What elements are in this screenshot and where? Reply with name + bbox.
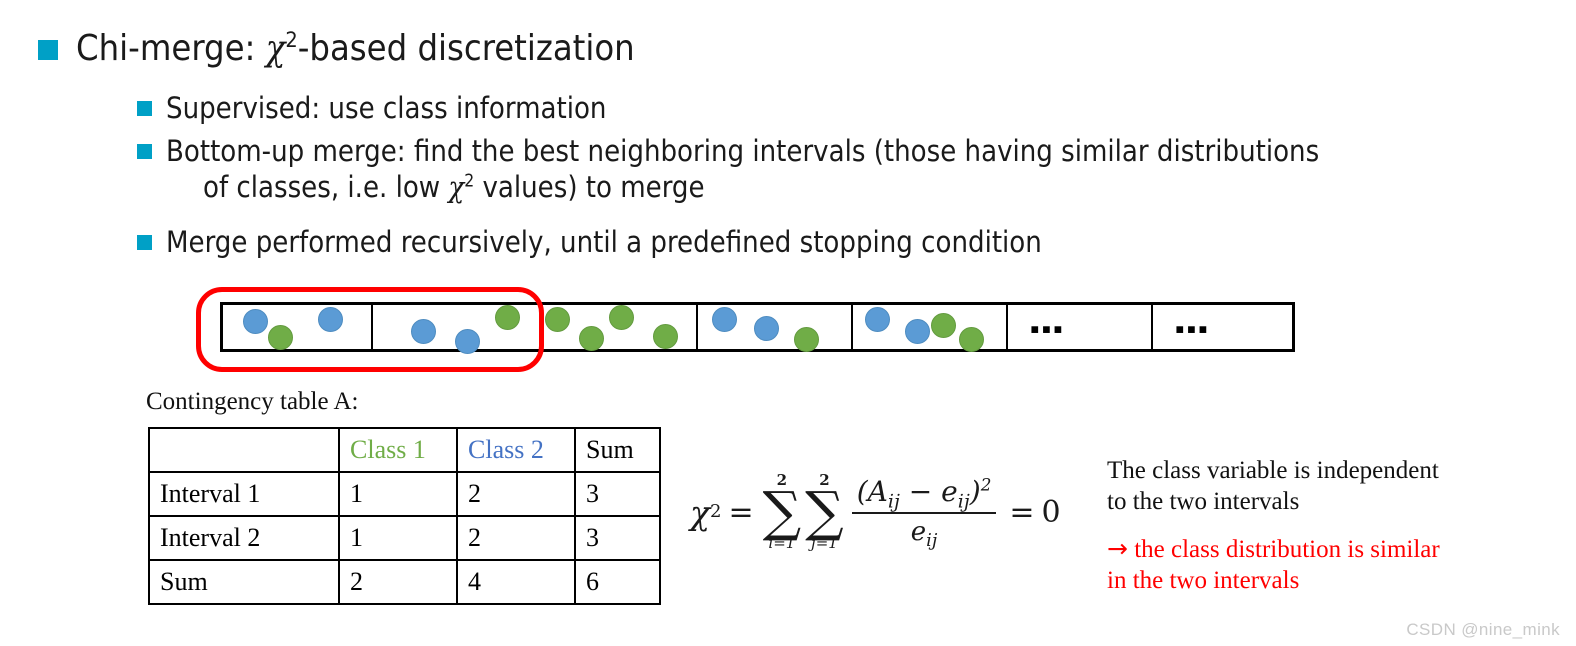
summation-j-lower: j=1	[811, 536, 838, 551]
bullet-bottom-up-merge-text: Bottom-up merge: find the best neighbori…	[166, 133, 1576, 205]
chi-square-formula: χ2 = 2 ∑ i=1 2 ∑ j=1 (Aij − eij)2 eij = …	[690, 471, 1061, 552]
bin-7-ellipsis: ▪▪▪	[1153, 305, 1292, 349]
conclusion-line-2: to the two intervals	[1107, 488, 1300, 515]
bin-3	[543, 305, 698, 351]
chi-symbol: χ	[448, 170, 465, 204]
summation-i: 2 ∑ i=1	[763, 473, 802, 551]
header-class-1: Class 1	[338, 427, 458, 473]
sigma-icon: ∑	[805, 480, 844, 543]
ellipsis-icon: ▪▪▪	[1175, 314, 1210, 344]
cell-class-1: 1	[338, 515, 458, 561]
bin-4	[698, 305, 853, 352]
bullet-square-icon	[38, 40, 58, 60]
data-point-class-2	[754, 316, 779, 341]
data-point-class-2	[712, 307, 737, 332]
num-A-subscript: ij	[887, 491, 900, 514]
formula-chi: χ	[690, 492, 710, 532]
table-header-row: Class 1 Class 2 Sum	[148, 427, 661, 473]
cell-class-2: 2	[456, 471, 576, 517]
chi-exponent: 2	[464, 171, 475, 192]
conclusion-line-1: The class variable is independent	[1107, 457, 1439, 484]
bullet-supervised-text: Supervised: use class information	[166, 91, 607, 125]
num-power: 2	[980, 475, 992, 496]
data-point-class-2	[865, 307, 890, 332]
formula-equals: =	[728, 494, 754, 530]
row-label: Sum	[148, 559, 340, 605]
data-point-class-1	[579, 326, 604, 351]
header-class-2: Class 2	[456, 427, 576, 473]
chi-exponent: 2	[285, 28, 298, 53]
num-open-paren: (	[856, 475, 868, 509]
cell-sum: 3	[574, 515, 661, 561]
formula-result-equals: =	[1009, 494, 1035, 530]
cell-class-2: 4	[456, 559, 576, 605]
fraction-denominator: eij	[910, 514, 938, 551]
num-minus: −	[908, 475, 933, 509]
bullet-square-icon	[137, 144, 152, 159]
data-point-class-1	[609, 305, 634, 330]
conclusion-red-note: → the class distribution is similar in t…	[1107, 533, 1557, 596]
cell-class-1: 1	[338, 471, 458, 517]
data-point-class-1	[653, 324, 678, 349]
cell-class-2: 2	[456, 515, 576, 561]
summation-j-start: =1	[815, 534, 838, 552]
table-row: Sum 2 4 6	[148, 559, 661, 605]
formula-result-value: 0	[1041, 494, 1061, 530]
contingency-table-caption: Contingency table A:	[146, 388, 359, 415]
header-corner	[148, 427, 340, 473]
data-point-class-1	[931, 313, 956, 338]
bottom-up-line-2: of classes, i.e. low χ2 values) to merge	[203, 169, 1576, 205]
bullet-main-chi-merge: Chi-merge: χ2-based discretization	[38, 27, 635, 71]
merge-candidate-highlight	[196, 287, 544, 372]
right-arrow-icon: →	[1107, 534, 1128, 563]
summation-j: 2 ∑ j=1	[805, 473, 844, 551]
cell-sum: 3	[574, 471, 661, 517]
bullet-main-text: Chi-merge: χ2-based discretization	[76, 27, 635, 71]
conclusion-red-line-2: in the two intervals	[1107, 567, 1300, 594]
data-point-class-1	[959, 327, 984, 352]
formula-fraction: (Aij − eij)2 eij	[851, 475, 997, 551]
bottom-up-line2-post: values) to merge	[474, 170, 705, 204]
table-body: Interval 1 1 2 3 Interval 2 1 2 3 Sum 2 …	[148, 471, 661, 605]
bullet-square-icon	[137, 235, 152, 250]
bottom-up-line-1: Bottom-up merge: find the best neighbori…	[166, 134, 1320, 168]
conclusion-red-line-1: the class distribution is similar	[1127, 536, 1440, 563]
conclusion-text: The class variable is independent to the…	[1107, 455, 1557, 596]
bottom-up-line2-pre: of classes, i.e. low	[203, 170, 449, 204]
table-row: Interval 2 1 2 3	[148, 515, 661, 561]
num-e: e	[941, 475, 958, 509]
bullet-recursive-merge: Merge performed recursively, until a pre…	[137, 224, 1042, 260]
ellipsis-icon: ▪▪▪	[1030, 314, 1065, 344]
den-e: e	[910, 516, 927, 547]
bin-6-ellipsis: ▪▪▪	[1008, 305, 1153, 349]
num-A: A	[867, 475, 888, 509]
bullet-main-suffix: -based discretization	[297, 28, 635, 69]
den-e-subscript: ij	[926, 530, 938, 551]
bullet-recursive-merge-text: Merge performed recursively, until a pre…	[166, 225, 1042, 259]
contingency-table: Class 1 Class 2 Sum Interval 1 1 2 3 Int…	[148, 427, 661, 605]
chi-symbol: χ	[265, 28, 286, 69]
csdn-watermark: CSDN @nine_mink	[1406, 620, 1560, 639]
summation-i-lower: i=1	[768, 536, 795, 551]
bullet-main-prefix: Chi-merge:	[76, 28, 266, 69]
summation-i-start: =1	[773, 534, 796, 552]
header-sum: Sum	[574, 427, 661, 473]
data-point-class-2	[905, 319, 930, 344]
data-point-class-1	[545, 307, 570, 332]
num-e-subscript: ij	[957, 491, 970, 514]
bin-5	[853, 305, 1008, 352]
bullet-supervised: Supervised: use class information	[137, 90, 606, 126]
row-label: Interval 1	[148, 471, 340, 517]
sigma-icon: ∑	[762, 480, 802, 543]
cell-class-1: 2	[338, 559, 458, 605]
data-point-class-1	[794, 327, 819, 352]
bullet-bottom-up-merge: Bottom-up merge: find the best neighbori…	[137, 133, 1576, 205]
bullet-square-icon	[137, 101, 152, 116]
fraction-numerator: (Aij − eij)2	[851, 475, 997, 514]
row-label: Interval 2	[148, 515, 340, 561]
num-close-paren: )	[969, 475, 981, 509]
cell-sum: 6	[574, 559, 661, 605]
table-row: Interval 1 1 2 3	[148, 471, 661, 517]
